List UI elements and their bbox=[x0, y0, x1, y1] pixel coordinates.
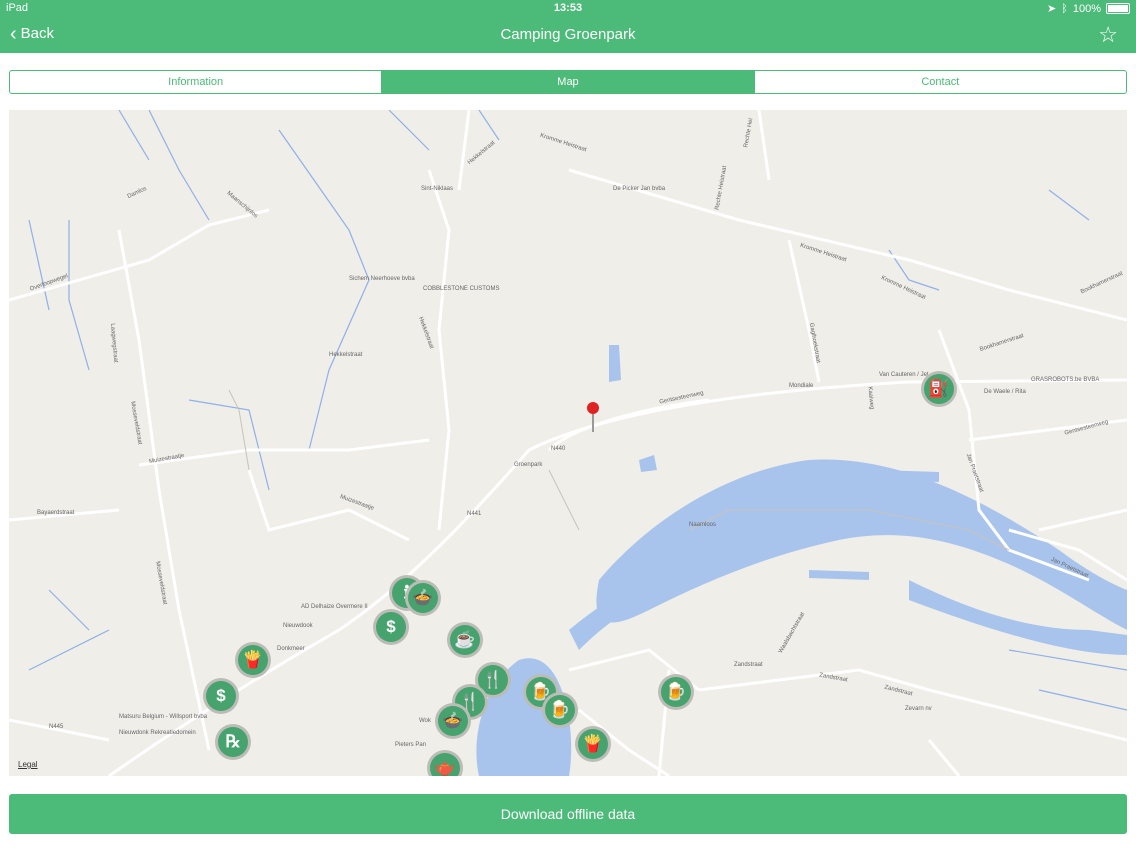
pharmacy-icon: ℞ bbox=[218, 727, 248, 757]
favorite-star-icon[interactable]: ☆ bbox=[1098, 22, 1118, 48]
fries-icon: 🍟 bbox=[238, 645, 268, 675]
top-bar: iPad 13:53 ➤ ᛒ 100% ‹ Back Camping Groen… bbox=[0, 0, 1136, 53]
atm-poi-2[interactable]: $ bbox=[203, 678, 239, 714]
battery-percent: 100% bbox=[1072, 2, 1101, 15]
beer-icon: 🍺 bbox=[545, 695, 575, 725]
map-label: Mondiale bbox=[789, 383, 814, 389]
map-label: COBBLESTONE CUSTOMS bbox=[423, 286, 500, 292]
map-label: Zevarn nv bbox=[905, 706, 932, 712]
bowl-icon: 🍲 bbox=[438, 706, 468, 736]
map-label: Sint-Niklaas bbox=[421, 186, 454, 192]
dollar-icon: $ bbox=[376, 612, 406, 642]
map-label: Nieuwdonk Rekreatiedomein bbox=[119, 730, 196, 736]
atm-poi-1[interactable]: $ bbox=[373, 609, 409, 645]
coffee-icon: ☕ bbox=[450, 625, 480, 655]
pharmacy-poi[interactable]: ℞ bbox=[215, 724, 251, 760]
restaurant-bowl-poi[interactable]: 🍲 bbox=[405, 580, 441, 616]
map-label: De Waele / Rita bbox=[984, 389, 1026, 395]
map-label: Pieters Pan bbox=[395, 742, 427, 748]
restaurant-bowl-poi-2[interactable]: 🍲 bbox=[435, 703, 471, 739]
location-icon: ➤ bbox=[1047, 3, 1057, 15]
status-bar: iPad 13:53 ➤ ᛒ 100% bbox=[0, 0, 1136, 17]
map-label: Hekkelstraat bbox=[329, 352, 363, 358]
navigation-bar: ‹ Back Camping Groenpark ☆ bbox=[0, 17, 1136, 53]
map-label: Naamloos bbox=[689, 522, 717, 528]
map-label: AD Delhaize Overmere II bbox=[301, 604, 368, 610]
fries-poi-2[interactable]: 🍟 bbox=[575, 726, 611, 762]
teapot-icon: 🫖 bbox=[430, 753, 460, 776]
segmented-tabs: Information Map Contact bbox=[9, 70, 1127, 94]
map-legal-link[interactable]: Legal bbox=[18, 760, 38, 769]
map-label: Groenpark bbox=[514, 462, 543, 468]
map-label: Van Cauteren / Jet bbox=[879, 372, 929, 378]
map-label: N441 bbox=[467, 511, 482, 517]
dollar-icon: $ bbox=[206, 681, 236, 711]
map-label: Nieuwdook bbox=[283, 623, 313, 629]
map-view[interactable]: Damlos Sint-Niklaas De Picker Jan bvba H… bbox=[9, 110, 1127, 776]
tab-map[interactable]: Map bbox=[382, 71, 755, 93]
fuel-icon: ⛽ bbox=[924, 374, 954, 404]
bowl-icon: 🍲 bbox=[408, 583, 438, 613]
bluetooth-icon: ᛒ bbox=[1061, 2, 1068, 15]
beer-icon: 🍺 bbox=[661, 677, 691, 707]
status-time: 13:53 bbox=[553, 2, 583, 14]
pub-poi-3[interactable]: 🍺 bbox=[658, 674, 694, 710]
map-canvas bbox=[9, 110, 1127, 776]
map-label: N445 bbox=[49, 724, 64, 730]
page-title: Camping Groenpark bbox=[500, 26, 636, 43]
fries-poi-1[interactable]: 🍟 bbox=[235, 642, 271, 678]
map-label: N440 bbox=[551, 446, 566, 452]
map-label: Bayaerdstraat bbox=[37, 510, 75, 516]
campsite-pin-icon[interactable] bbox=[587, 402, 599, 414]
download-offline-button[interactable]: Download offline data bbox=[9, 794, 1127, 834]
status-right: ➤ ᛒ 100% bbox=[1047, 2, 1130, 15]
pub-poi-2[interactable]: 🍺 bbox=[542, 692, 578, 728]
fries-icon: 🍟 bbox=[578, 729, 608, 759]
map-label: De Picker Jan bvba bbox=[613, 186, 666, 192]
map-label: Donkmeer bbox=[277, 646, 305, 652]
map-label: Sichem Neerhoeve bvba bbox=[349, 276, 415, 282]
map-label: GRASROBOTS.be BVBA bbox=[1031, 377, 1100, 383]
fuel-poi[interactable]: ⛽ bbox=[921, 371, 957, 407]
water-canal bbox=[596, 459, 1127, 630]
map-label: Matsuru Belgium - Willsport bvba bbox=[119, 714, 208, 720]
tab-contact[interactable]: Contact bbox=[755, 71, 1126, 93]
pin-stem bbox=[592, 414, 594, 432]
map-label: Zandstraat bbox=[734, 662, 763, 668]
cafe-poi[interactable]: ☕ bbox=[447, 622, 483, 658]
tab-information[interactable]: Information bbox=[10, 71, 383, 93]
map-label: Wok bbox=[419, 718, 431, 724]
battery-icon bbox=[1106, 3, 1130, 14]
